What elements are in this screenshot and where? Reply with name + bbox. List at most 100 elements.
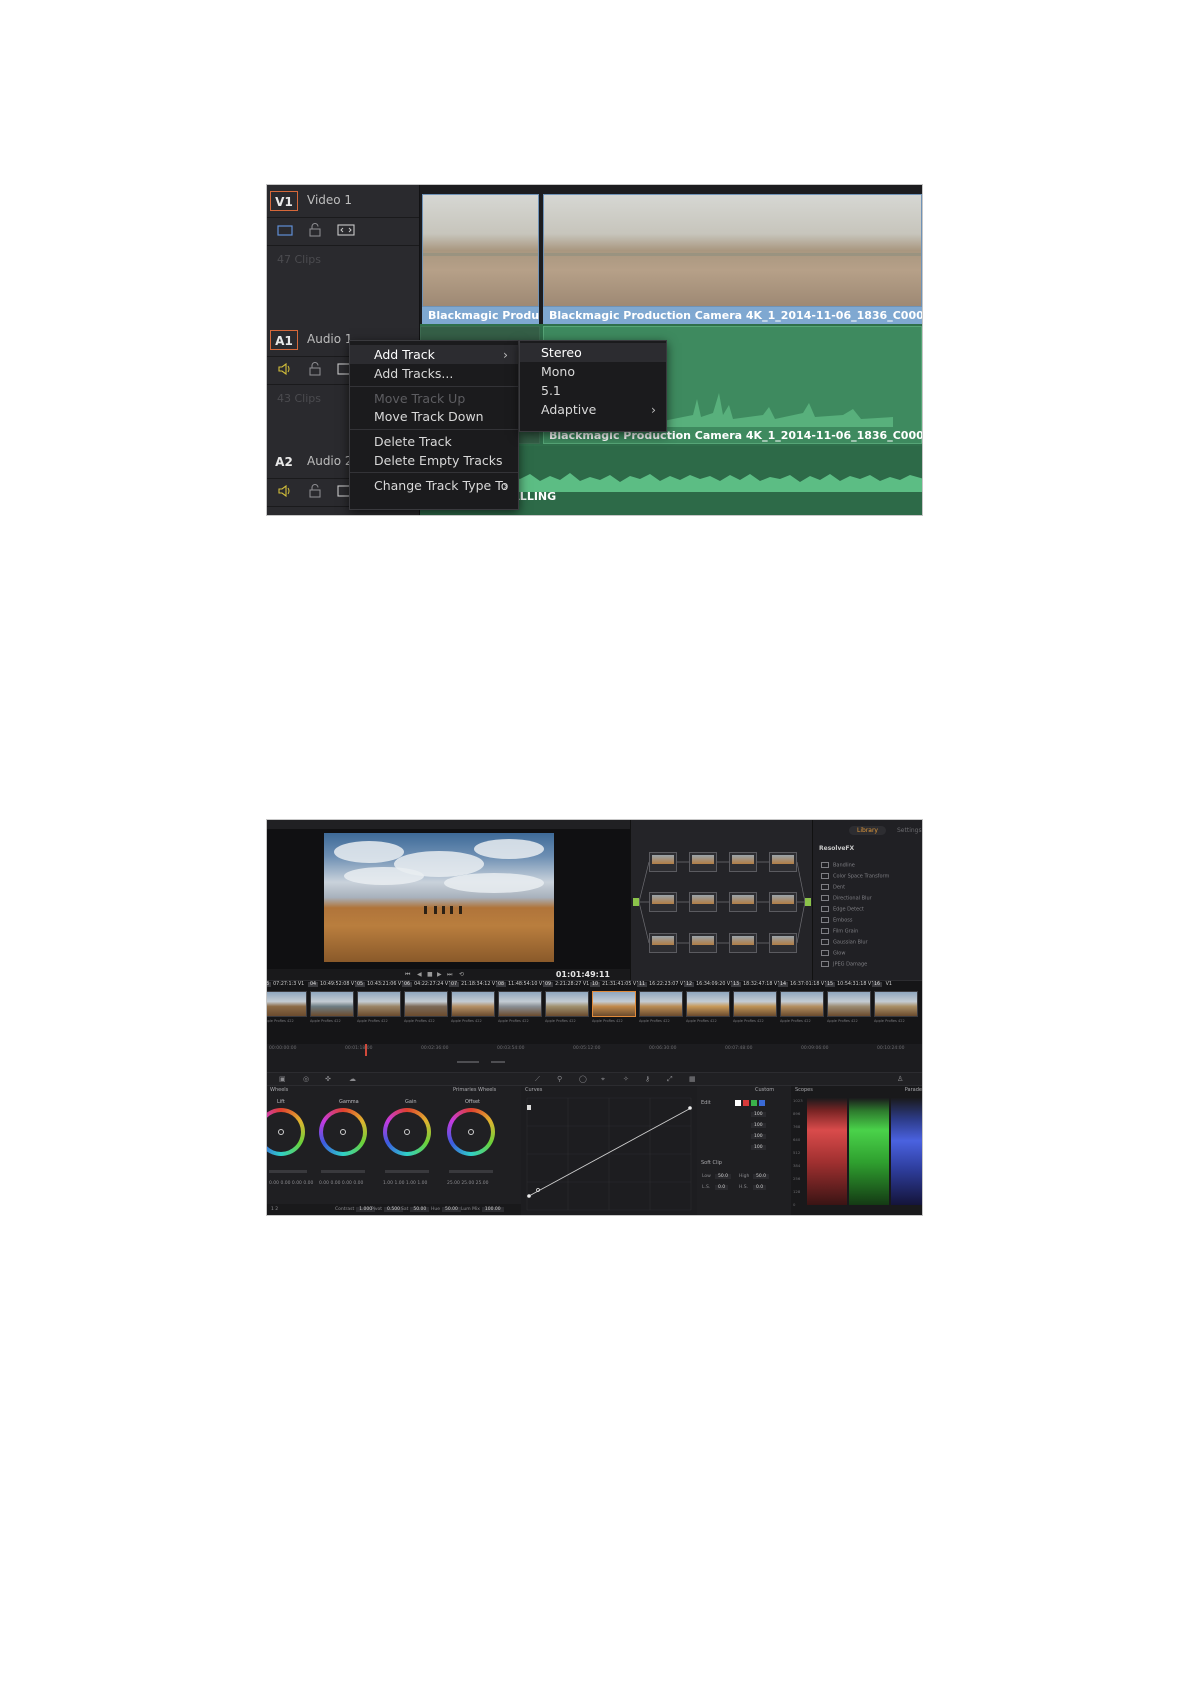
viewer[interactable] (267, 829, 630, 969)
color-node[interactable] (689, 852, 717, 872)
play-icon[interactable]: ▶ (437, 971, 442, 978)
color-node[interactable] (649, 892, 677, 912)
curves-panel[interactable]: Curves (521, 1086, 697, 1216)
menu-item-add-tracks[interactable]: Add Tracks... (350, 364, 518, 383)
lock-icon[interactable] (307, 484, 323, 498)
video-track-lane[interactable] (420, 185, 922, 324)
track-tag[interactable]: A1 (270, 330, 298, 350)
scope-mode[interactable]: Parade (905, 1087, 922, 1093)
3d-icon[interactable]: ▦ (689, 1075, 696, 1084)
speaker-icon[interactable] (277, 362, 293, 376)
menu-item-add-track[interactable]: Add Track › (350, 345, 518, 364)
tab-settings[interactable]: Settings (889, 826, 922, 835)
submenu-item-stereo[interactable]: Stereo (520, 343, 666, 362)
clip-thumbnail[interactable]: Apple ProRes 422 (404, 991, 448, 1025)
color-node[interactable] (729, 852, 757, 872)
lift-wheel[interactable] (267, 1108, 305, 1156)
lock-icon[interactable] (307, 223, 323, 237)
edit-value[interactable]: 100 (751, 1134, 766, 1139)
auto-select-icon[interactable] (337, 223, 355, 237)
submenu-item-5-1[interactable]: 5.1 (520, 381, 666, 400)
hue-field[interactable]: Hue 50.00 (431, 1207, 461, 1212)
color-match-icon[interactable]: ✜ (325, 1075, 331, 1084)
clip-thumbnail[interactable]: Apple ProRes 422 (639, 991, 683, 1025)
tracker-icon[interactable]: ⌖ (601, 1075, 605, 1084)
offset-master-wheel[interactable] (449, 1170, 493, 1173)
fx-item[interactable]: JPEG Damage (821, 961, 867, 968)
clip-thumbnail[interactable]: Apple ProRes 422 (733, 991, 777, 1025)
color-node[interactable] (769, 933, 797, 953)
clip-thumbnail[interactable]: Apple ProRes 422 (451, 991, 495, 1025)
fx-item[interactable]: Film Grain (821, 928, 858, 935)
channel-g-chip[interactable] (751, 1100, 757, 1106)
sat-field[interactable]: Sat 50.00 (401, 1207, 430, 1212)
color-wheels-icon[interactable]: ◎ (303, 1075, 309, 1084)
clip-thumbnail[interactable]: Apple ProRes 422 (686, 991, 730, 1025)
skip-back-icon[interactable]: ⏮ (405, 971, 410, 978)
submenu-item-mono[interactable]: Mono (520, 362, 666, 381)
fx-item[interactable]: Bandline (821, 862, 855, 869)
clip-thumbnail[interactable]: Apple ProRes 422 (545, 991, 589, 1025)
color-node[interactable] (729, 892, 757, 912)
track-tag[interactable]: V1 (270, 191, 298, 211)
qualifier-icon[interactable]: ⚲ (557, 1075, 562, 1084)
gain-master-wheel[interactable] (385, 1170, 429, 1173)
clip-thumbnail[interactable]: Apple ProRes 422 (592, 991, 636, 1025)
video-clip-label[interactable]: Blackmagic Product... (422, 307, 539, 324)
node-editor[interactable] (630, 820, 812, 980)
color-node[interactable] (729, 933, 757, 953)
menu-item-change-track-type[interactable]: Change Track Type To › (350, 476, 518, 495)
track-header-video-1[interactable]: V1 Video 1 47 Clips (267, 185, 420, 324)
gamma-wheel[interactable] (319, 1108, 367, 1156)
soft-clip-ls[interactable]: 0.0 (715, 1185, 729, 1190)
track-name[interactable]: Video 1 (307, 193, 352, 207)
edit-value[interactable]: 100 (751, 1123, 766, 1128)
video-clip-thumbnail[interactable] (422, 194, 539, 307)
clip-thumbnail[interactable]: Apple ProRes 422 (780, 991, 824, 1025)
track-name[interactable]: Audio 1 (307, 332, 353, 346)
submenu-item-adaptive[interactable]: Adaptive › (520, 400, 666, 419)
track-name[interactable]: Audio 2 (307, 454, 353, 468)
menu-item-move-track-down[interactable]: Move Track Down (350, 407, 518, 426)
gain-wheel[interactable] (383, 1108, 431, 1156)
fx-item[interactable]: Dent (821, 884, 845, 891)
color-node[interactable] (769, 852, 797, 872)
clip-thumbnail[interactable]: Apple ProRes 422 (267, 991, 307, 1025)
camera-raw-icon[interactable]: ▣ (279, 1075, 286, 1084)
color-node[interactable] (649, 933, 677, 953)
clip-thumbnail[interactable]: Apple ProRes 422 (827, 991, 871, 1025)
clip-thumbnail[interactable]: Apple ProRes 422 (498, 991, 542, 1025)
contrast-field[interactable]: Contrast 1.000 (335, 1207, 376, 1212)
page-selector[interactable]: 1 2 (271, 1207, 278, 1212)
rgb-mixer-icon[interactable]: ☁ (349, 1075, 356, 1084)
pivot-field[interactable]: Pivot 0.500 (371, 1207, 403, 1212)
fx-item[interactable]: Color Space Transform (821, 873, 889, 880)
color-node[interactable] (689, 933, 717, 953)
curves-icon[interactable]: ⟋ (535, 1075, 540, 1084)
channel-y-chip[interactable] (735, 1100, 741, 1106)
soft-clip-low[interactable]: 50.0 (715, 1174, 732, 1179)
tab-library[interactable]: Library (849, 826, 886, 835)
clip-thumbnail[interactable]: Apple ProRes 422 (357, 991, 401, 1025)
loop-icon[interactable]: ⟲ (459, 971, 464, 978)
curve-graph[interactable] (521, 1086, 697, 1216)
lum-mix-field[interactable]: Lum Mix 100.00 (461, 1207, 504, 1212)
stop-icon[interactable]: ■ (427, 971, 433, 978)
color-node[interactable] (769, 892, 797, 912)
sizing-icon[interactable]: ⤢ (667, 1075, 673, 1084)
video-clip-label[interactable]: Blackmagic Production Camera 4K_1_2014-1… (543, 307, 922, 324)
fx-item[interactable]: Emboss (821, 917, 852, 924)
wheels-mode[interactable]: Primaries Wheels (453, 1087, 496, 1093)
soft-clip-hs[interactable]: 0.0 (753, 1185, 767, 1190)
menu-item-delete-track[interactable]: Delete Track (350, 432, 518, 451)
soft-clip-high[interactable]: 50.0 (753, 1174, 770, 1179)
color-node[interactable] (649, 852, 677, 872)
reverse-icon[interactable]: ◀ (417, 971, 422, 978)
channel-r-chip[interactable] (743, 1100, 749, 1106)
edit-value[interactable]: 100 (751, 1145, 766, 1150)
clip-thumbnail[interactable]: Apple ProRes 422 (310, 991, 354, 1025)
track-tag[interactable]: A2 (270, 452, 298, 472)
gamma-master-wheel[interactable] (321, 1170, 365, 1173)
fx-item[interactable]: Gaussian Blur (821, 939, 868, 946)
mini-timeline[interactable]: 00:00:00:00 00:01:18:00 00:02:36:00 00:03:5… (267, 1044, 922, 1072)
